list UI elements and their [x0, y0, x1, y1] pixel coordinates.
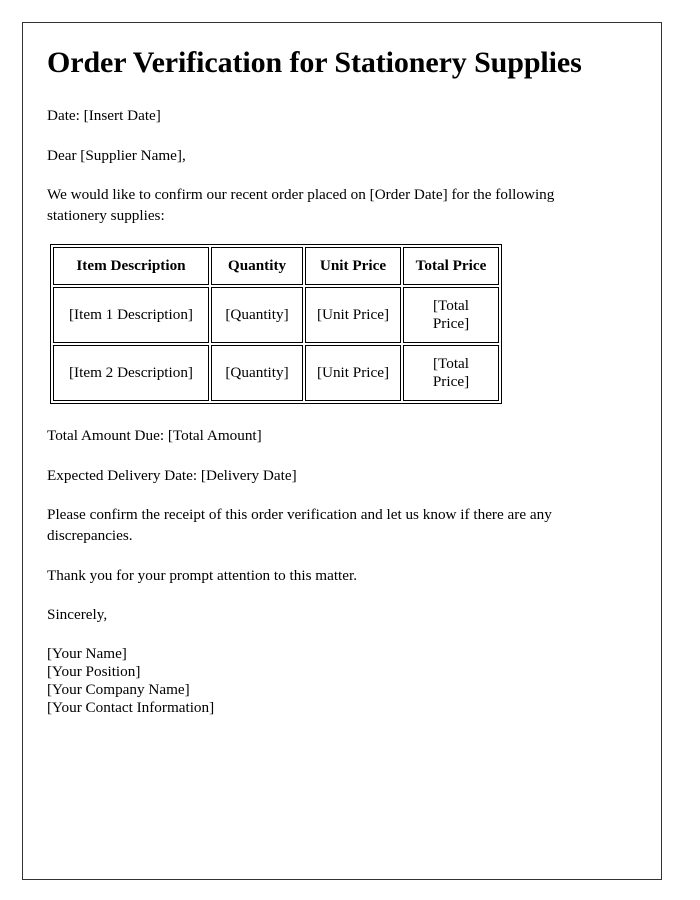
- salutation: Dear [Supplier Name],: [47, 146, 186, 164]
- table-header-row: Item Description Quantity Unit Price Tot…: [53, 247, 499, 286]
- date-line: Date: [Insert Date]: [47, 107, 161, 125]
- page-title: Order Verification for Stationery Suppli…: [47, 46, 582, 79]
- table-header: Item Description Quantity Unit Price Tot…: [53, 247, 499, 286]
- signature-name: [Your Name]: [47, 644, 127, 662]
- cell-quantity: [Quantity]: [211, 287, 303, 344]
- cell-item-description: [Item 2 Description]: [53, 345, 209, 402]
- column-header-total-price: Total Price: [403, 247, 499, 286]
- table-row: [Item 2 Description] [Quantity] [Unit Pr…: [53, 345, 499, 402]
- document-page: Order Verification for Stationery Suppli…: [22, 22, 662, 880]
- cell-item-description: [Item 1 Description]: [53, 287, 209, 344]
- order-items-table: Item Description Quantity Unit Price Tot…: [50, 244, 502, 405]
- total-amount-line: Total Amount Due: [Total Amount]: [47, 427, 262, 445]
- table-row: [Item 1 Description] [Quantity] [Unit Pr…: [53, 287, 499, 344]
- signature-position: [Your Position]: [47, 662, 141, 680]
- cell-total-price: [Total Price]: [403, 345, 499, 402]
- cell-total-price: [Total Price]: [403, 287, 499, 344]
- cell-unit-price: [Unit Price]: [305, 345, 401, 402]
- column-header-unit-price: Unit Price: [305, 247, 401, 286]
- intro-paragraph: We would like to confirm our recent orde…: [47, 186, 555, 224]
- expected-delivery-line: Expected Delivery Date: [Delivery Date]: [47, 466, 297, 484]
- thanks-paragraph: Thank you for your prompt attention to t…: [47, 566, 358, 584]
- column-header-item-description: Item Description: [53, 247, 209, 286]
- confirmation-request-paragraph: Please confirm the receipt of this order…: [47, 506, 552, 544]
- column-header-quantity: Quantity: [211, 247, 303, 286]
- signature-contact: [Your Contact Information]: [47, 699, 215, 717]
- cell-quantity: [Quantity]: [211, 345, 303, 402]
- table-body: [Item 1 Description] [Quantity] [Unit Pr…: [53, 287, 499, 402]
- signature-company: [Your Company Name]: [47, 681, 190, 699]
- closing-line: Sincerely,: [47, 606, 108, 624]
- cell-unit-price: [Unit Price]: [305, 287, 401, 344]
- document-body: Order Verification for Stationery Suppli…: [23, 23, 661, 741]
- signature-block: [Your Name] [Your Position] [Your Compan…: [47, 645, 637, 718]
